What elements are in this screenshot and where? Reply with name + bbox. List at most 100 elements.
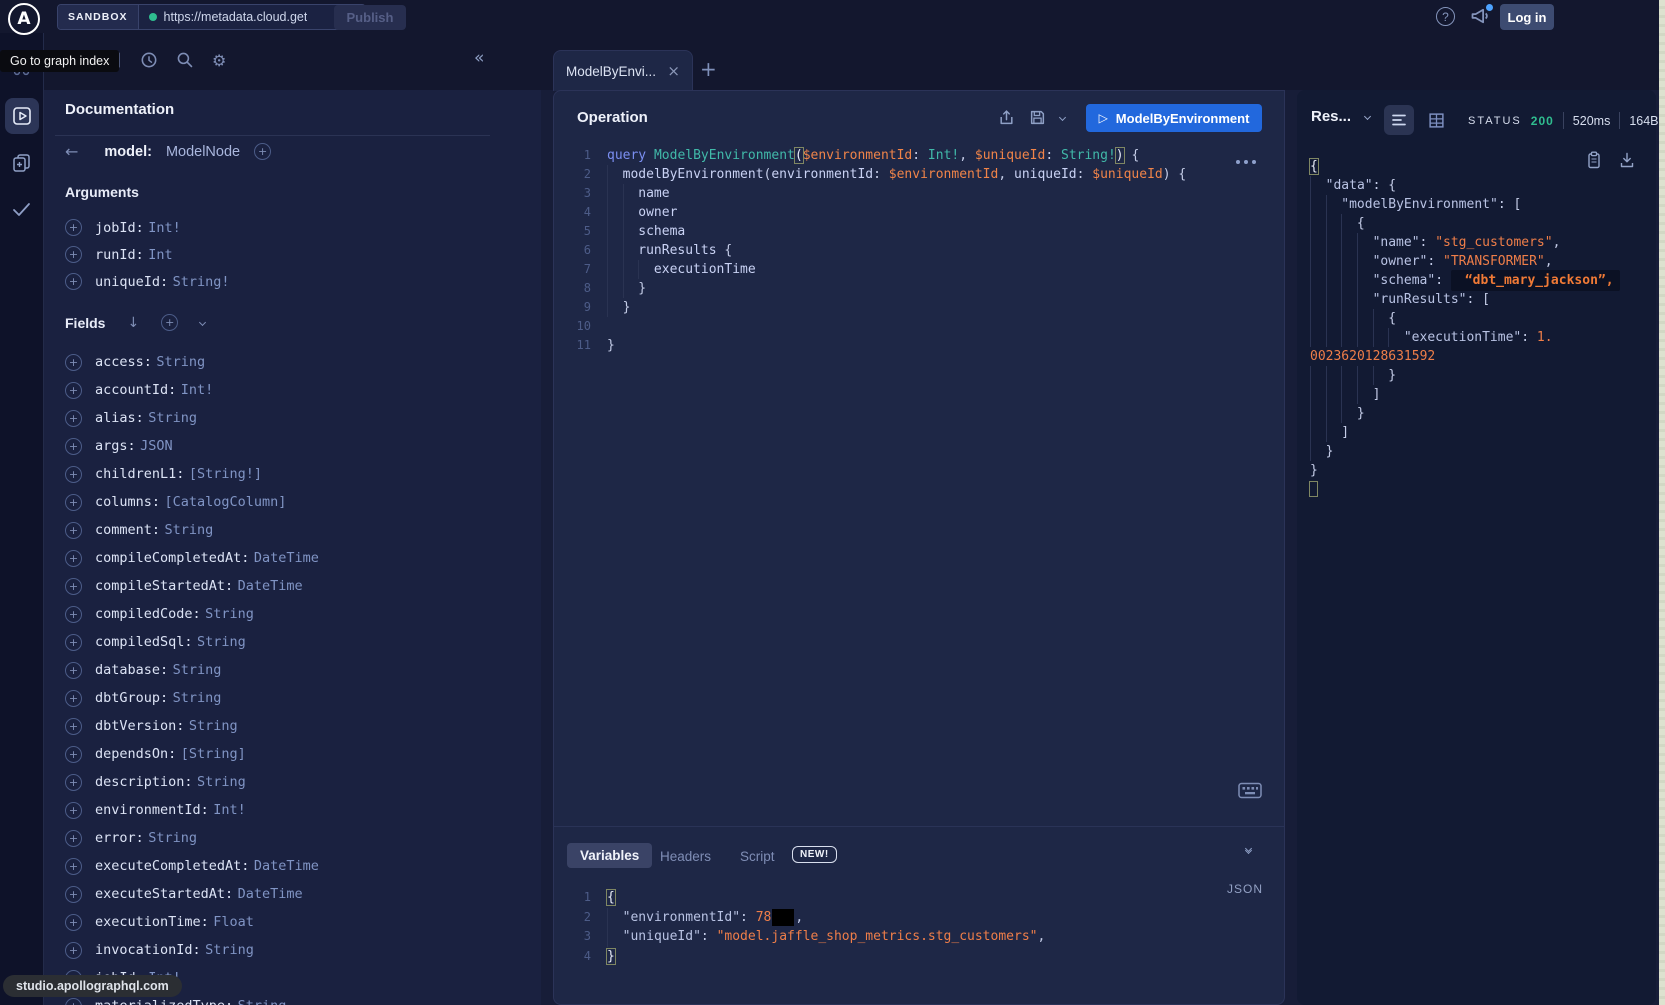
checklist-nav-button[interactable] [11,200,32,219]
field-row[interactable]: + access: String [65,348,319,376]
keyboard-shortcuts-button[interactable] [1238,782,1262,799]
add-field-plus-icon[interactable]: + [65,886,82,903]
tab-script[interactable]: Script [740,849,775,864]
endpoint-control: SANDBOX https://metadata.cloud.get ⚙ [57,4,366,30]
help-button[interactable]: ? [1436,7,1455,26]
add-field-plus-icon[interactable]: + [65,774,82,791]
save-options-chevron[interactable] [1059,114,1066,121]
operation-editor[interactable]: 1query ModelByEnvironment($environmentId… [561,146,1231,355]
add-argument-plus-icon[interactable]: + [65,273,82,290]
response-raw-view-button[interactable] [1384,105,1414,135]
collapse-panel-button[interactable]: « [474,48,484,68]
field-row[interactable]: + description: String [65,768,319,796]
indent-guide [607,165,623,184]
code-token: "data" [1326,178,1373,193]
field-row[interactable]: + dbtVersion: String [65,712,319,740]
field-row[interactable]: + compiledCode: String [65,600,319,628]
operation-tab[interactable]: ModelByEnvi... × [553,50,693,91]
endpoint-url-field[interactable]: https://metadata.cloud.get [139,5,339,29]
field-row[interactable]: + columns: [CatalogColumn] [65,488,319,516]
add-field-plus-icon[interactable]: + [65,634,82,651]
field-row[interactable]: + invocationId: String [65,936,319,964]
field-row[interactable]: + childrenL1: [String!] [65,460,319,488]
model-type-link[interactable]: ModelNode [166,144,240,160]
save-button[interactable] [1029,109,1046,126]
argument-row[interactable]: + jobId: Int! [65,214,230,241]
field-row[interactable]: + environmentId: Int! [65,796,319,824]
argument-row[interactable]: + uniqueId: String! [65,268,230,295]
add-field-plus-icon[interactable]: + [65,438,82,455]
add-all-fields-button[interactable]: + [161,314,178,331]
add-field-plus-icon[interactable]: + [65,998,82,1005]
field-row[interactable]: + error: String [65,824,319,852]
add-field-plus-icon[interactable]: + [65,690,82,707]
field-row[interactable]: + accountId: Int! [65,376,319,404]
search-button[interactable] [176,51,194,69]
code-token: "executionTime" [1404,330,1521,345]
field-row[interactable]: + compileCompletedAt: DateTime [65,544,319,572]
apollo-logo[interactable]: A [8,3,40,35]
field-row[interactable]: + dependsOn: [String] [65,740,319,768]
response-json-viewer[interactable]: {"data": {"modelByEnvironment": [{"name"… [1310,157,1650,499]
tab-headers[interactable]: Headers [660,849,711,864]
editor-overflow-menu[interactable] [1236,160,1256,164]
add-field-plus-icon[interactable]: + [65,858,82,875]
variables-editor[interactable]: 1{2"environmentId": 78,3"uniqueId": "mod… [561,888,1231,966]
add-field-plus-icon[interactable]: + [65,382,82,399]
close-tab-button[interactable]: × [667,62,680,80]
code-token: { [1357,216,1365,231]
add-field-plus-icon[interactable]: + [65,354,82,371]
publish-button[interactable]: Publish [334,5,406,30]
add-field-plus-icon[interactable]: + [254,143,271,160]
field-row[interactable]: + compileStartedAt: DateTime [65,572,319,600]
indent-guide [1310,442,1326,461]
login-button[interactable]: Log in [1500,4,1554,30]
add-field-plus-icon[interactable]: + [65,914,82,931]
field-row[interactable]: + compiledSql: String [65,628,319,656]
announcements-button[interactable] [1470,6,1492,28]
code-line: 8} [561,279,1231,298]
add-field-plus-icon[interactable]: + [65,578,82,595]
code-token: ) [1116,148,1124,163]
field-row[interactable]: + alias: String [65,404,319,432]
share-button[interactable] [998,109,1015,126]
response-dropdown-chevron[interactable] [1364,113,1371,120]
history-button[interactable] [140,51,158,69]
add-field-plus-icon[interactable]: + [65,718,82,735]
field-row[interactable]: + args: JSON [65,432,319,460]
add-field-plus-icon[interactable]: + [65,522,82,539]
add-field-plus-icon[interactable]: + [65,550,82,567]
field-row[interactable]: + comment: String [65,516,319,544]
tab-variables[interactable]: Variables [567,843,652,868]
page-scrollbar[interactable] [1659,0,1665,1005]
divider [554,826,1284,827]
add-argument-plus-icon[interactable]: + [65,246,82,263]
field-row[interactable]: + executeStartedAt: DateTime [65,880,319,908]
argument-row[interactable]: + runId: Int [65,241,230,268]
add-field-plus-icon[interactable]: + [65,662,82,679]
add-field-plus-icon[interactable]: + [65,746,82,763]
code-token: : [1521,330,1537,345]
field-row[interactable]: + dbtGroup: String [65,684,319,712]
add-field-plus-icon[interactable]: + [65,606,82,623]
back-button[interactable]: ← [65,142,78,161]
add-field-plus-icon[interactable]: + [65,942,82,959]
run-operation-button[interactable]: ▷ ModelByEnvironment [1086,104,1262,132]
add-field-plus-icon[interactable]: + [65,494,82,511]
field-row[interactable]: + executionTime: Float [65,908,319,936]
add-field-plus-icon[interactable]: + [65,466,82,483]
add-field-plus-icon[interactable]: + [65,802,82,819]
schema-nav-button[interactable] [11,152,33,174]
settings-button[interactable]: ⚙ [212,51,226,70]
add-field-plus-icon[interactable]: + [65,830,82,847]
operations-nav-button[interactable] [5,98,39,134]
field-row[interactable]: + executeCompletedAt: DateTime [65,852,319,880]
new-tab-button[interactable]: + [700,57,717,81]
add-field-plus-icon[interactable]: + [65,410,82,427]
field-row[interactable]: + database: String [65,656,319,684]
collapse-variables-button[interactable] [1246,849,1251,853]
sort-fields-button[interactable]: ↓ [127,315,139,331]
add-argument-plus-icon[interactable]: + [65,219,82,236]
chevron-down-icon[interactable] [199,319,206,326]
response-table-view-button[interactable] [1428,112,1445,129]
